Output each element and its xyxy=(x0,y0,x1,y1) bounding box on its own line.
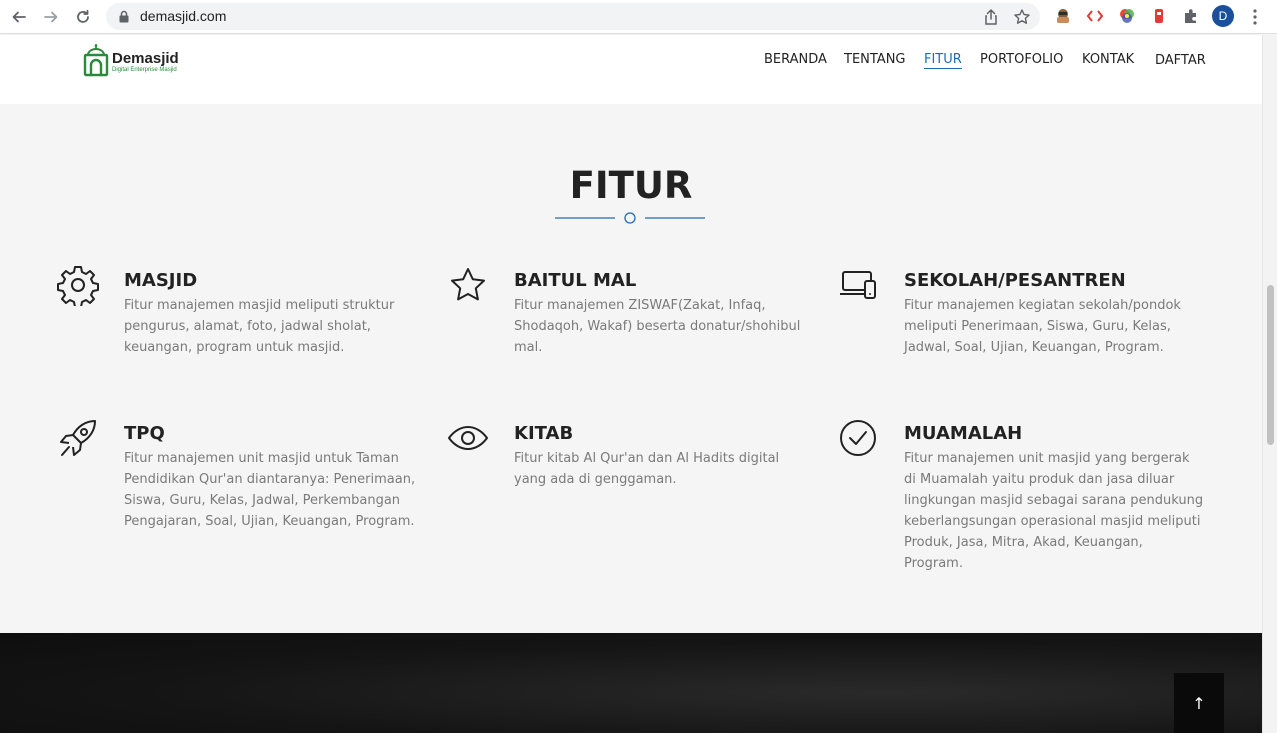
forward-arrow-icon xyxy=(44,11,58,23)
feature-description: Fitur manajemen kegiatan sekolah/pondok … xyxy=(904,298,1181,355)
nav-fitur[interactable]: FITUR xyxy=(924,52,962,69)
feature-description: Fitur manajemen masjid meliputi struktur… xyxy=(124,298,395,355)
extension-red-icon[interactable] xyxy=(1149,6,1169,26)
share-icon[interactable] xyxy=(982,8,1000,26)
feature-title: TPQ xyxy=(124,423,165,444)
logo-tagline: Digital Enterprise Masjid xyxy=(112,67,177,73)
logo-name: Demasjid xyxy=(112,50,179,67)
eye-icon xyxy=(448,426,488,450)
title-divider xyxy=(555,212,705,224)
section-title: FITUR xyxy=(569,164,693,207)
rocket-icon xyxy=(60,420,96,456)
address-bar[interactable]: demasjid.com xyxy=(106,3,1040,30)
feature-description: Fitur manajemen unit masjid untuk Taman … xyxy=(124,451,416,529)
back-button[interactable] xyxy=(8,6,30,28)
arrow-up-icon: ↑ xyxy=(1192,693,1206,713)
reload-button[interactable] xyxy=(72,6,94,28)
extension-person-icon[interactable] xyxy=(1053,6,1073,26)
features-section: FITUR MASJID Fitur manajemen masjid meli… xyxy=(0,104,1262,633)
gear-icon xyxy=(57,266,99,306)
feature-title: KITAB xyxy=(514,423,574,444)
check-circle-icon xyxy=(840,420,876,456)
star-icon xyxy=(451,268,485,301)
feature-description: Fitur manajemen unit masjid yang bergera… xyxy=(904,451,1204,571)
lock-icon xyxy=(119,10,129,23)
feature-title: SEKOLAH/PESANTREN xyxy=(904,270,1126,291)
site-logo[interactable]: Demasjid Digital Enterprise Masjid xyxy=(82,43,192,79)
extension-color-icon[interactable] xyxy=(1117,6,1137,26)
bookmark-star-icon[interactable] xyxy=(1013,8,1031,26)
scrollbar-thumb[interactable] xyxy=(1267,285,1274,445)
feature-description: Fitur manajemen ZISWAF(Zakat, Infaq, Sho… xyxy=(514,298,801,355)
feature-title: MASJID xyxy=(124,270,198,291)
feature-title: BAITUL MAL xyxy=(514,270,637,291)
profile-avatar[interactable]: D xyxy=(1212,5,1234,27)
page-scrollbar[interactable] xyxy=(1262,35,1277,733)
back-to-top-button[interactable]: ↑ xyxy=(1174,673,1224,733)
mosque-logo-icon xyxy=(83,44,109,77)
nav-beranda[interactable]: BERANDA xyxy=(764,52,827,67)
reload-icon xyxy=(77,9,89,23)
nav-portofolio[interactable]: PORTOFOLIO xyxy=(980,52,1063,67)
devices-icon xyxy=(840,271,876,299)
url-text: demasjid.com xyxy=(140,8,227,24)
feature-description: Fitur kitab Al Qur'an dan Al Hadits digi… xyxy=(514,451,780,487)
extension-code-icon[interactable] xyxy=(1085,6,1105,26)
more-menu-icon[interactable] xyxy=(1250,7,1260,27)
forward-button[interactable] xyxy=(40,6,62,28)
extensions-puzzle-icon[interactable] xyxy=(1181,6,1201,26)
back-arrow-icon xyxy=(12,11,26,23)
site-header: Demasjid Digital Enterprise Masjid BERAN… xyxy=(0,35,1262,86)
nav-daftar[interactable]: DAFTAR xyxy=(1155,53,1206,68)
browser-toolbar: demasjid.com D xyxy=(0,0,1277,34)
nav-kontak[interactable]: KONTAK xyxy=(1082,52,1134,67)
feature-title: MUAMALAH xyxy=(904,423,1023,444)
dark-banner-section xyxy=(0,633,1262,733)
header-spacer xyxy=(0,86,1262,104)
nav-tentang[interactable]: TENTANG xyxy=(844,52,906,67)
